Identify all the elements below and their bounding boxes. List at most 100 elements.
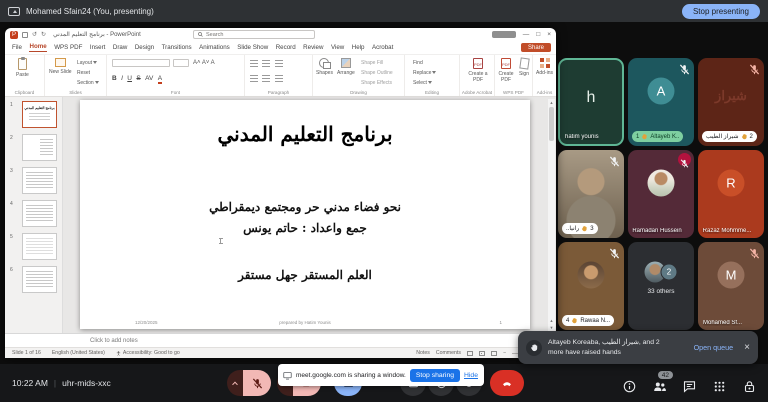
create-pdf-button[interactable]: PDF Create PDF <box>496 58 516 83</box>
slide-title[interactable]: برنامج التعليم المدني <box>80 122 530 146</box>
vertical-scrollbar[interactable]: ▲ ▲ ▼ <box>548 99 555 331</box>
notes-pane[interactable]: Click to add notes <box>5 333 556 347</box>
close-icon[interactable]: × <box>744 342 750 353</box>
slide-subtitle-2[interactable]: جمع واعداد : حاتم يونس <box>80 221 530 235</box>
participant-tile-hatim-younis[interactable]: h hatim younis <box>558 58 624 146</box>
slide-thumbnail-5[interactable] <box>22 233 57 260</box>
sign-button[interactable]: Sign <box>517 58 531 77</box>
character-spacing-button[interactable]: AV <box>145 75 153 82</box>
tab-record[interactable]: Record <box>276 44 296 51</box>
tab-animations[interactable]: Animations <box>199 44 230 51</box>
tab-slide-show[interactable]: Slide Show <box>237 44 268 51</box>
shape-fill-button[interactable]: Shape Fill <box>361 60 383 66</box>
scrollbar-thumb[interactable] <box>549 107 554 141</box>
slide-canvas[interactable]: برنامج التعليم المدني نحو فضاء مدني حر و… <box>80 100 530 329</box>
raised-hand-badge[interactable]: 2 شيراز الطيب <box>702 131 757 142</box>
minimize-button[interactable]: — <box>523 31 530 38</box>
redo-icon[interactable]: ↻ <box>41 32 46 38</box>
align-center-button[interactable] <box>262 75 270 82</box>
tab-help[interactable]: Help <box>352 44 365 51</box>
comments-toggle[interactable]: Comments <box>436 350 461 356</box>
bullets-button[interactable] <box>250 60 258 67</box>
participant-tile-shiraz[interactable]: شيراز 2 شيراز الطيب <box>698 58 764 146</box>
align-right-button[interactable] <box>275 75 283 82</box>
stop-sharing-button[interactable]: Stop sharing <box>410 369 460 382</box>
font-color-button[interactable]: A <box>158 75 162 84</box>
mic-toggle-button[interactable] <box>243 370 271 396</box>
tab-file[interactable]: File <box>12 44 22 51</box>
raised-hand-badge[interactable]: 4 Rawaa N... <box>562 315 614 326</box>
tab-wps-pdf[interactable]: WPS PDF <box>54 44 82 51</box>
participant-tile-razaz[interactable]: R Razaz Mohmme... <box>698 150 764 238</box>
indent-button[interactable] <box>275 60 283 67</box>
leave-call-button[interactable] <box>490 370 524 396</box>
select-button[interactable]: Select <box>413 80 432 86</box>
tab-home[interactable]: Home <box>29 43 46 52</box>
raised-hand-badge[interactable]: 3 رانيا.. <box>562 223 598 234</box>
paste-button[interactable]: Paste <box>16 58 29 78</box>
shape-outline-button[interactable]: Shape Outline <box>361 70 393 76</box>
normal-view-icon[interactable] <box>467 351 473 356</box>
grow-shrink-font-buttons[interactable]: A˄ A˅ A <box>193 60 215 66</box>
hide-link[interactable]: Hide <box>464 372 478 379</box>
participant-tile-rania-video[interactable]: 3 رانيا.. <box>558 150 624 238</box>
create-a-pdf-button[interactable]: PDF Create a PDF <box>465 58 491 83</box>
reset-button[interactable]: Reset <box>77 70 90 76</box>
next-slide-icon[interactable]: ▼ <box>548 325 555 330</box>
ppt-share-button[interactable]: Share <box>521 43 551 52</box>
tab-draw[interactable]: Draw <box>113 44 127 51</box>
meeting-details-button[interactable] <box>623 380 636 393</box>
chat-panel-button[interactable] <box>683 380 696 393</box>
zoom-out-icon[interactable]: − <box>503 350 506 356</box>
tab-acrobat[interactable]: Acrobat <box>372 44 393 51</box>
notes-toggle[interactable]: Notes <box>416 350 430 356</box>
slide-subtitle-3[interactable]: العلم المستقر جهل مستقر <box>80 268 530 282</box>
font-name-select[interactable] <box>112 59 170 67</box>
slide-thumbnail-2[interactable] <box>22 134 57 161</box>
slide-thumbnail-6[interactable] <box>22 266 57 293</box>
shape-effects-button[interactable]: Shape Effects <box>361 80 392 86</box>
ppt-search-input[interactable]: Search <box>193 30 315 39</box>
overflow-tile-others[interactable]: 2 33 others <box>628 242 694 330</box>
strikethrough-button[interactable]: S <box>136 75 140 82</box>
close-button[interactable]: × <box>547 31 551 38</box>
slide-subtitle-1[interactable]: نحو فضاء مدني حر ومجتمع ديمقراطي <box>80 200 530 214</box>
replace-button[interactable]: Replace <box>413 70 436 76</box>
underline-button[interactable]: U <box>127 75 132 82</box>
slide-thumbnail-1[interactable]: برنامج التعليم المدني <box>22 101 57 128</box>
scroll-up-icon[interactable]: ▲ <box>548 100 555 105</box>
font-size-select[interactable] <box>173 59 189 67</box>
participant-tile-mohamed[interactable]: M Mohamed Sf... <box>698 242 764 330</box>
participant-tile-altayeb[interactable]: A 1 Altayeb K.. <box>628 58 694 146</box>
shapes-button[interactable]: Shapes <box>316 58 333 76</box>
arrange-button[interactable]: Arrange <box>337 58 355 76</box>
accessibility-status[interactable]: Accessibility: Good to go <box>116 350 180 356</box>
save-icon[interactable] <box>22 32 28 38</box>
align-left-button[interactable] <box>250 75 258 82</box>
participant-tile-ramadan[interactable]: Ramadan Hussein <box>628 150 694 238</box>
activities-button[interactable] <box>713 380 726 393</box>
tab-design[interactable]: Design <box>135 44 154 51</box>
new-slide-button[interactable]: New Slide <box>49 58 72 75</box>
previous-slide-icon[interactable]: ▲ <box>548 318 555 323</box>
ribbon-options-button[interactable] <box>492 31 516 38</box>
numbering-button[interactable] <box>262 60 270 67</box>
section-button[interactable]: Section <box>77 80 99 86</box>
undo-icon[interactable]: ↺ <box>32 32 37 38</box>
people-panel-button[interactable]: 42 <box>653 380 666 393</box>
mic-options-button[interactable] <box>227 370 243 396</box>
slide-thumbnail-3[interactable] <box>22 167 57 194</box>
participant-tile-rawaa[interactable]: 4 Rawaa N... <box>558 242 624 330</box>
host-controls-button[interactable] <box>743 380 756 393</box>
bold-button[interactable]: B <box>112 75 117 82</box>
italic-button[interactable]: I <box>121 75 123 82</box>
raised-hand-badge[interactable]: 1 Altayeb K.. <box>632 131 683 142</box>
slide-thumbnail-panel[interactable]: 1 برنامج التعليم المدني 2 3 4 5 6 <box>5 97 63 333</box>
tab-review[interactable]: Review <box>303 44 323 51</box>
layout-button[interactable]: Layout <box>77 60 97 66</box>
add-ins-button[interactable]: Add-ins <box>536 58 553 76</box>
slide-thumbnail-4[interactable] <box>22 200 57 227</box>
slideshow-view-icon[interactable] <box>491 351 497 356</box>
ppt-titlebar[interactable]: P ↺ ↻ برنامج التعليم المدني - PowerPoint… <box>5 28 556 41</box>
language-status[interactable]: English (United States) <box>52 350 105 356</box>
